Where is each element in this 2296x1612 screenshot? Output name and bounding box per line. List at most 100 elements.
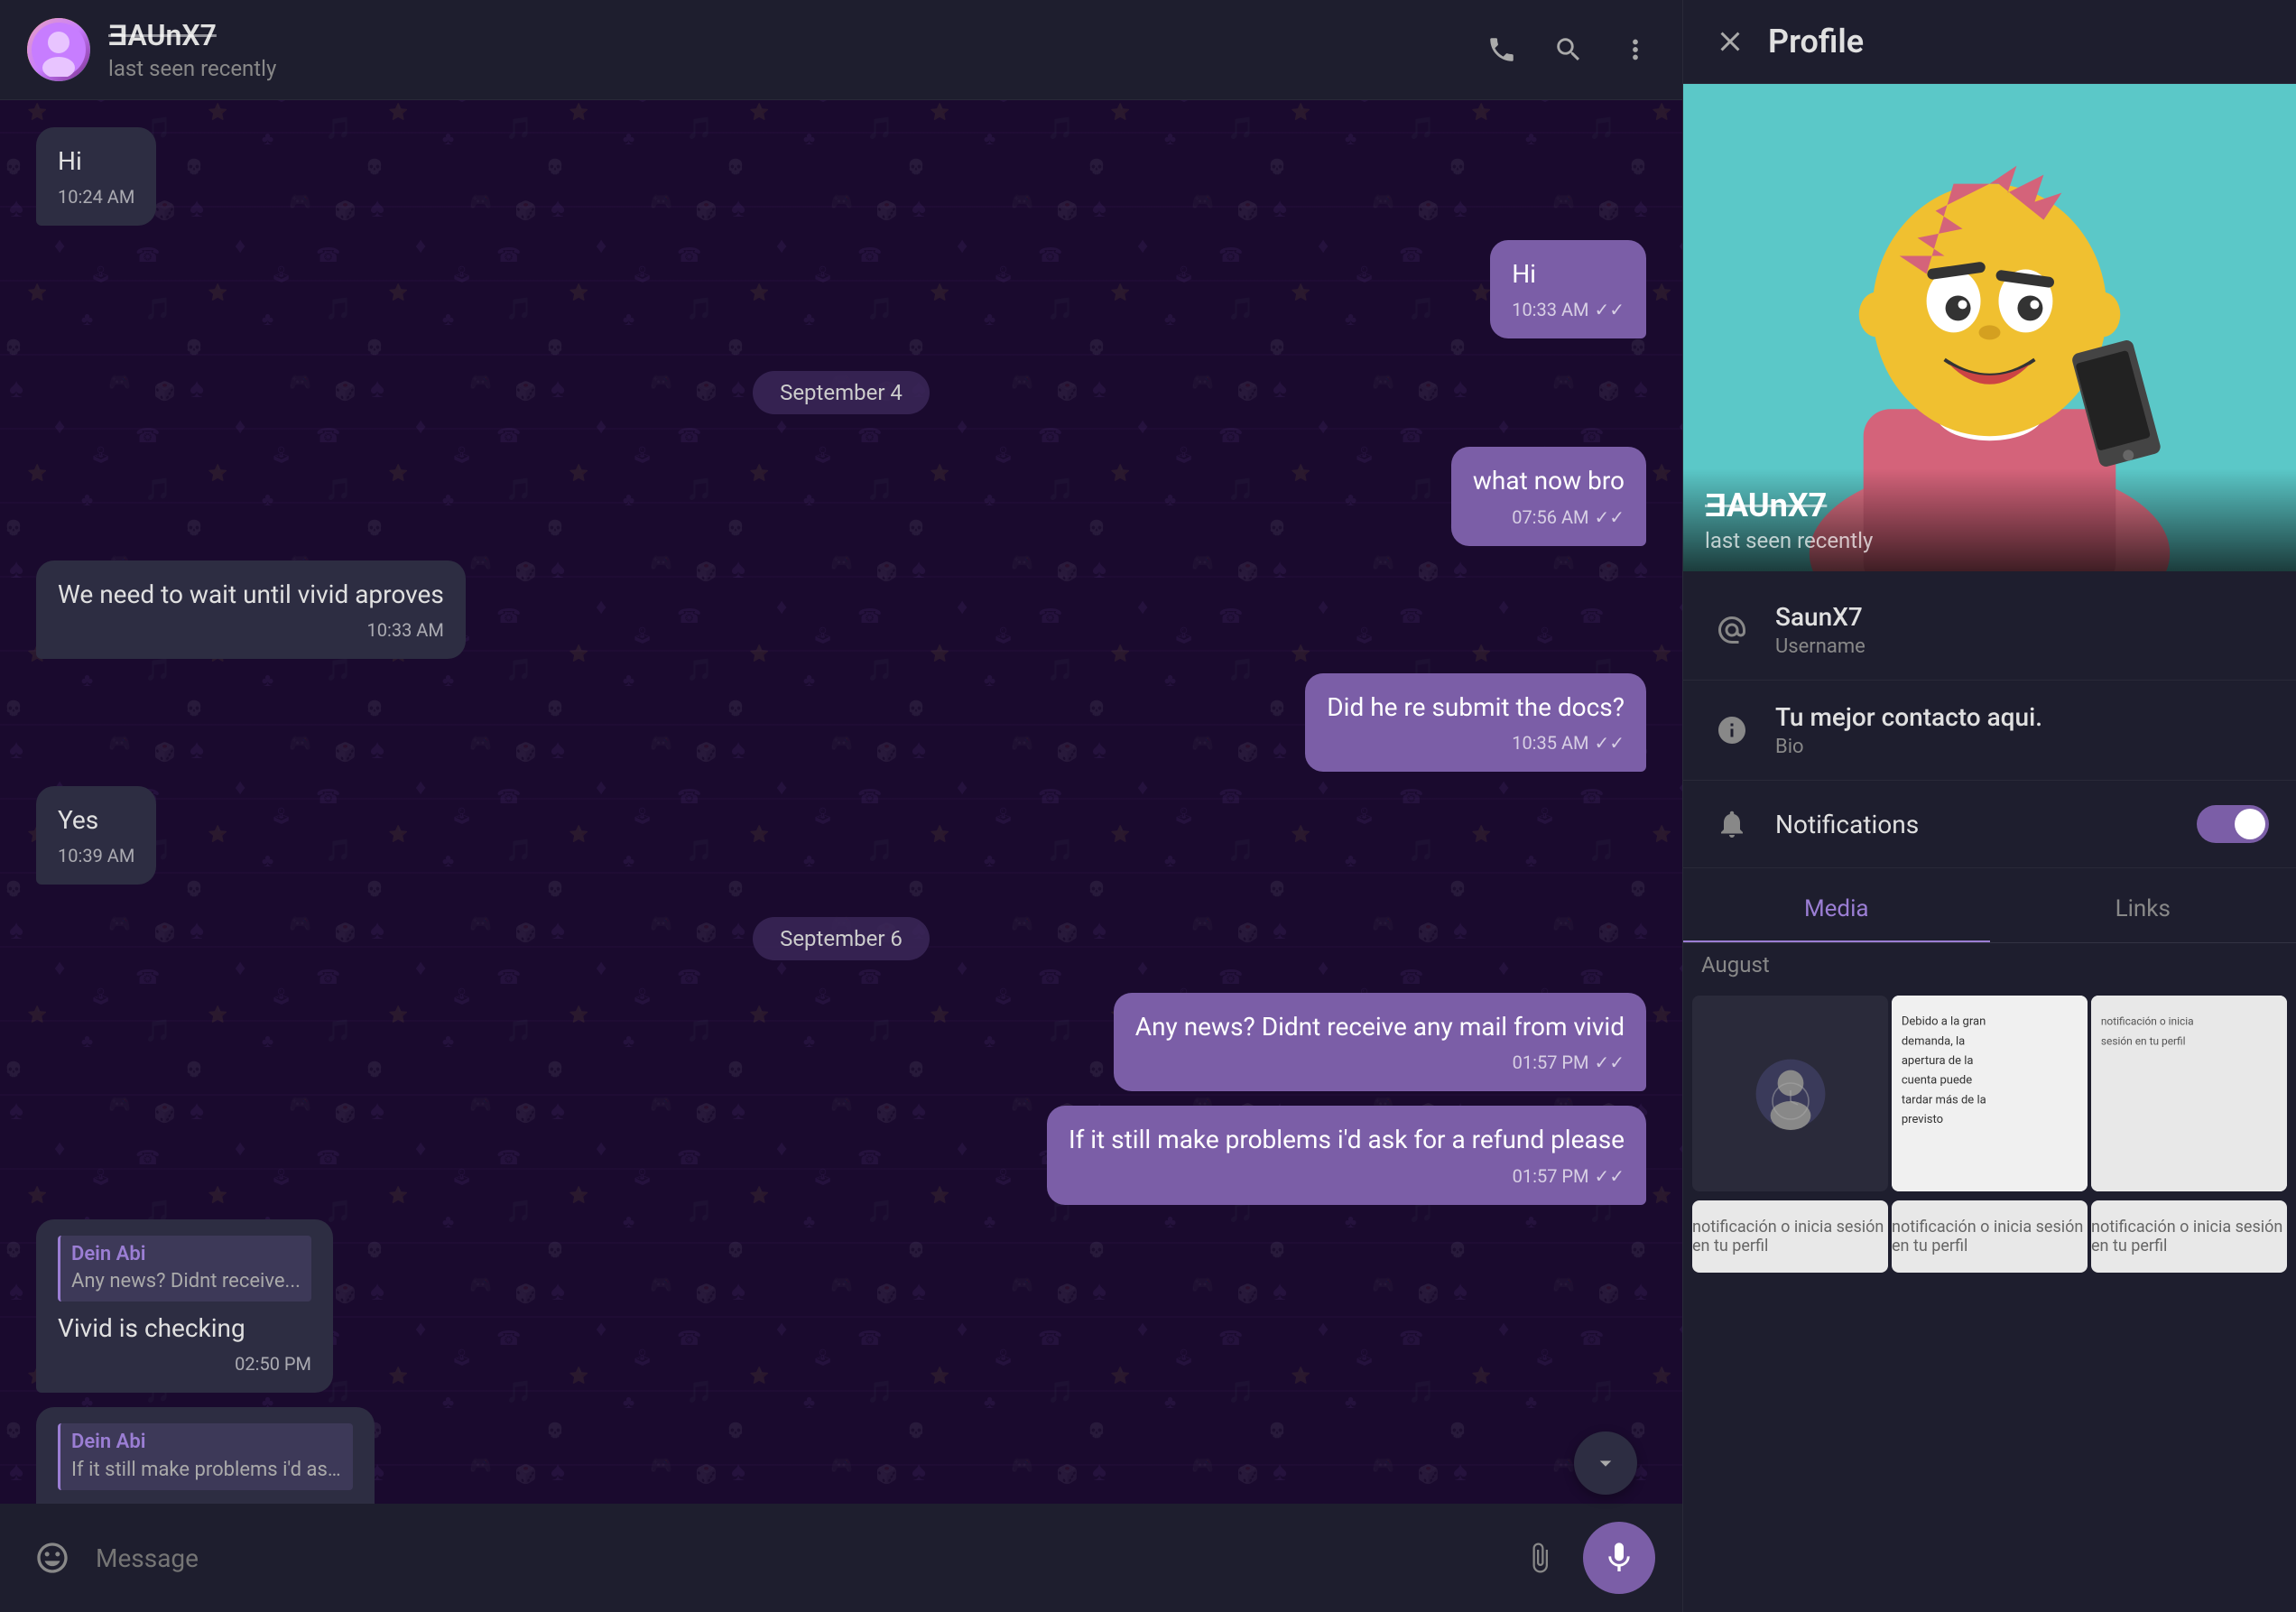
message-time: 10:39 AM — [58, 843, 134, 868]
message-time: 01:57 PM — [1513, 1050, 1589, 1075]
message-text: what now bro — [1473, 466, 1625, 496]
more-icon[interactable] — [1616, 30, 1655, 69]
bio-info: Tu mejor contacto aqui. Bio — [1775, 702, 2042, 758]
media-thumb-small[interactable]: notificación o inicia sesión en tu perfi… — [2091, 1200, 2287, 1273]
chat-header: ƎAUnX7 last seen recently — [0, 0, 1682, 100]
svg-text:Debido a la gran: Debido a la gran — [1902, 1015, 1986, 1029]
bell-icon — [1710, 802, 1754, 846]
username-value: SaunX7 — [1775, 602, 1866, 632]
svg-text:demanda, la: demanda, la — [1902, 1034, 1965, 1048]
message-row: If it still make problems i'd ask for a … — [36, 1106, 1646, 1204]
message-bubble: Dein Abi If it still make problems i'd a… — [36, 1407, 375, 1504]
message-row: Hi 10:24 AM — [36, 127, 1646, 226]
message-time: 10:33 AM — [1512, 297, 1588, 322]
message-bubble: If it still make problems i'd ask for a … — [1047, 1106, 1646, 1204]
chat-area: ♠ ♦ 🎮 ☎ ⭐ ♣ 🎵 💀 🕹 🎲 — [0, 0, 1682, 1612]
message-bubble: Dein Abi Any news? Didnt receive... Vivi… — [36, 1219, 333, 1394]
profile-overlay: ƎAUnX7 last seen recently — [1683, 468, 2296, 571]
message-row: what now bro 07:56 AM ✓✓ — [36, 447, 1646, 545]
svg-text:tardar más de la: tardar más de la — [1902, 1093, 1986, 1107]
media-month: August — [1683, 943, 2296, 987]
message-bubble: Hi 10:33 AM ✓✓ — [1490, 240, 1646, 338]
notifications-label: Notifications — [1775, 810, 2175, 839]
message-input[interactable] — [96, 1543, 1496, 1573]
media-thumbnail[interactable]: Debido a la gran demanda, la apertura de… — [1892, 996, 2088, 1191]
message-time: 07:56 AM — [1512, 505, 1588, 530]
media-thumbnail[interactable]: notificación o inicia sesión en tu perfi… — [2091, 996, 2287, 1191]
username-row: SaunX7 Username — [1683, 580, 2296, 681]
tab-links[interactable]: Links — [1990, 877, 2296, 942]
date-label: September 4 — [753, 371, 930, 414]
call-icon[interactable] — [1482, 30, 1522, 69]
messages-container: Hi 10:24 AM Hi 10:33 AM ✓✓ September 4 — [0, 100, 1682, 1504]
read-receipt: ✓✓ — [1594, 505, 1625, 530]
svg-text:notificación o inicia: notificación o inicia — [2101, 1015, 2194, 1028]
media-thumbnail[interactable] — [1692, 996, 1888, 1191]
header-actions — [1482, 30, 1655, 69]
message-bubble: Hi 10:24 AM — [36, 127, 156, 226]
notifications-toggle[interactable] — [2197, 805, 2269, 843]
message-time: 01:57 PM — [1513, 1163, 1589, 1189]
svg-text:apertura de la: apertura de la — [1902, 1054, 1974, 1068]
close-profile-button[interactable] — [1710, 22, 1750, 61]
at-icon — [1710, 608, 1754, 652]
message-text: Yes — [58, 805, 98, 835]
message-bubble: Did he re submit the docs? 10:35 AM ✓✓ — [1305, 673, 1646, 772]
profile-image-container: ƎAUnX7 last seen recently — [1683, 84, 2296, 571]
emoji-button[interactable] — [27, 1533, 78, 1583]
message-bubble: We need to wait until vivid aproves 10:3… — [36, 560, 466, 659]
attach-button[interactable] — [1514, 1533, 1565, 1583]
message-row: We need to wait until vivid aproves 10:3… — [36, 560, 1646, 659]
header-info: ƎAUnX7 last seen recently — [108, 18, 1464, 81]
message-text: We need to wait until vivid aproves — [58, 579, 444, 609]
profile-title: Profile — [1768, 23, 1864, 60]
notifications-row: Notifications — [1683, 781, 2296, 868]
svg-text:cuenta puede: cuenta puede — [1902, 1074, 1972, 1088]
reply-context: Dein Abi Any news? Didnt receive... — [58, 1236, 311, 1302]
media-links-tabs: Media Links — [1683, 877, 2296, 943]
svg-text:sesión en tu perfil: sesión en tu perfil — [2101, 1034, 2186, 1047]
info-icon — [1710, 709, 1754, 752]
message-bubble: Yes 10:39 AM — [36, 786, 156, 885]
profile-overlay-status: last seen recently — [1705, 528, 2274, 553]
message-time: 10:24 AM — [58, 184, 134, 209]
media-thumb-small[interactable]: notificación o inicia sesión en tu perfi… — [1692, 1200, 1888, 1273]
mic-button[interactable] — [1583, 1522, 1655, 1594]
message-row: Dein Abi If it still make problems i'd a… — [36, 1407, 1646, 1504]
bio-value: Tu mejor contacto aqui. — [1775, 702, 2042, 732]
message-row: Dein Abi Any news? Didnt receive... Vivi… — [36, 1219, 1646, 1394]
input-bar — [0, 1504, 1682, 1612]
message-text: If it still make problems i'd ask for a … — [1069, 1125, 1625, 1154]
reply-author: Dein Abi — [71, 1241, 301, 1269]
tab-media[interactable]: Media — [1683, 877, 1990, 942]
profile-info-section: SaunX7 Username Tu mejor contacto aqui. … — [1683, 571, 2296, 877]
profile-picture: ƎAUnX7 last seen recently — [1683, 84, 2296, 571]
avatar — [27, 18, 90, 81]
read-receipt: ✓✓ — [1594, 1163, 1625, 1189]
bio-label: Bio — [1775, 736, 2042, 758]
scroll-down-button[interactable] — [1574, 1431, 1637, 1495]
search-icon[interactable] — [1549, 30, 1588, 69]
contact-status: last seen recently — [108, 56, 1464, 81]
profile-header: Profile — [1683, 0, 2296, 84]
message-text: Vivid is checking — [58, 1313, 245, 1343]
message-row: Hi 10:33 AM ✓✓ — [36, 240, 1646, 338]
reply-text: Any news? Didnt receive... — [71, 1268, 301, 1296]
message-bubble: Any news? Didnt receive any mail from vi… — [1114, 993, 1646, 1091]
read-receipt: ✓✓ — [1594, 297, 1625, 322]
message-time: 10:33 AM — [367, 617, 444, 643]
read-receipt: ✓✓ — [1594, 730, 1625, 755]
message-time: 10:35 AM — [1512, 730, 1588, 755]
svg-text:previsto: previsto — [1902, 1113, 1943, 1126]
message-row: Did he re submit the docs? 10:35 AM ✓✓ — [36, 673, 1646, 772]
message-text: Did he re submit the docs? — [1327, 692, 1625, 722]
message-row: Yes 10:39 AM — [36, 786, 1646, 885]
message-text: Hi — [1512, 259, 1536, 289]
media-thumb-small[interactable]: notificación o inicia sesión en tu perfi… — [1892, 1200, 2088, 1273]
contact-name: ƎAUnX7 — [108, 18, 1464, 52]
media-bottom-row: notificación o inicia sesión en tu perfi… — [1683, 1200, 2296, 1282]
bio-row: Tu mejor contacto aqui. Bio — [1683, 681, 2296, 781]
username-label: Username — [1775, 635, 1866, 658]
reply-context: Dein Abi If it still make problems i'd a… — [58, 1423, 353, 1490]
message-row: Any news? Didnt receive any mail from vi… — [36, 993, 1646, 1091]
